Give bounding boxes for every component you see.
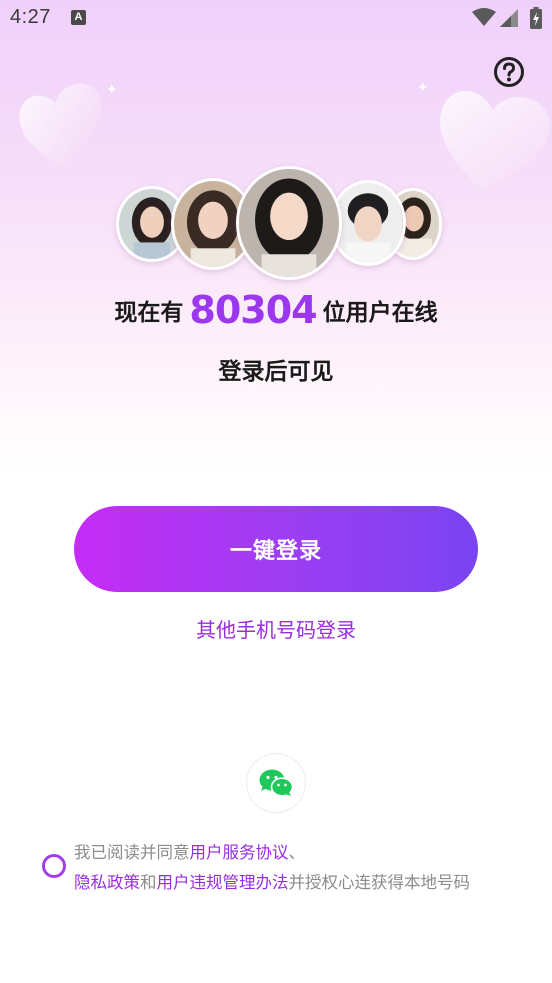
online-count: 80304: [189, 288, 317, 332]
privacy-policy-link[interactable]: 隐私政策: [74, 873, 140, 892]
wechat-login-button[interactable]: [246, 753, 306, 813]
agreement-checkbox[interactable]: [42, 854, 66, 878]
agreement-prefix: 我已阅读并同意: [74, 843, 190, 862]
agreement-text: 我已阅读并同意用户服务协议、隐私政策和用户违规管理办法并授权心连获得本地号码: [74, 838, 544, 898]
other-phone-login-link[interactable]: 其他手机号码登录: [0, 614, 552, 643]
agreement-suffix: 并授权心连获得本地号码: [288, 873, 471, 892]
avatar: [236, 166, 342, 280]
login-hint: 登录后可见: [218, 359, 334, 385]
online-users-line: 现在有 80304 位用户在线: [0, 288, 552, 332]
avatar-group: [0, 0, 552, 300]
online-prefix: 现在有: [114, 300, 184, 326]
agreement-separator: 、: [288, 843, 306, 862]
agreement-conjunction: 和: [140, 873, 157, 892]
wechat-icon: [259, 769, 293, 797]
online-suffix: 位用户在线: [322, 300, 438, 326]
one-click-login-button[interactable]: 一键登录: [74, 506, 478, 592]
violation-rules-link[interactable]: 用户违规管理办法: [157, 873, 289, 892]
user-service-agreement-link[interactable]: 用户服务协议: [190, 843, 289, 862]
